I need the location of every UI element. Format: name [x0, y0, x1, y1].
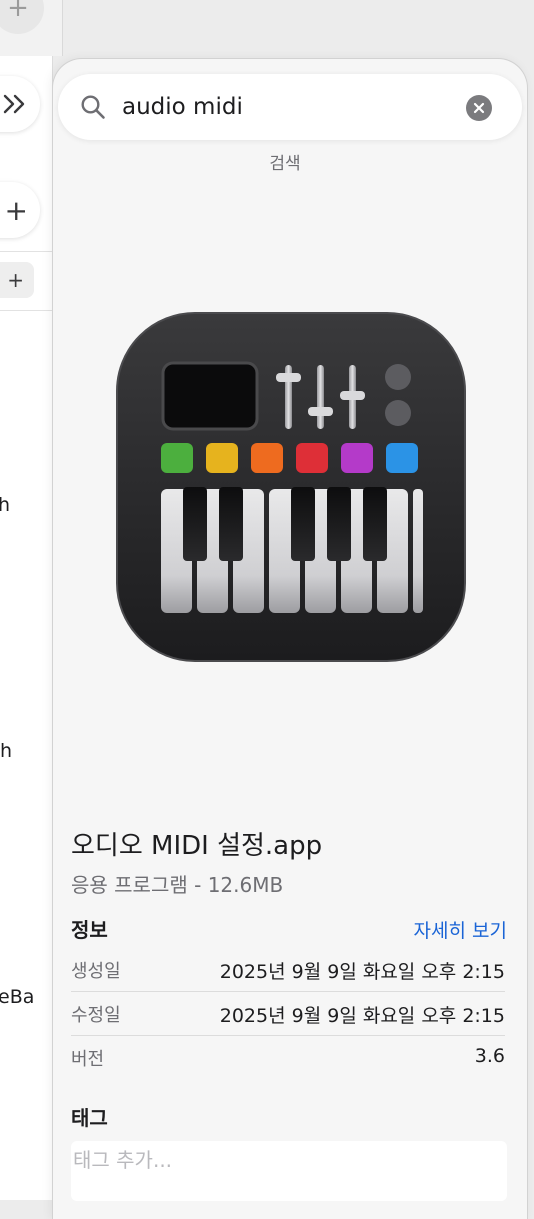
- search-input[interactable]: [122, 89, 442, 125]
- file-info-panel: 검색: [52, 58, 528, 1219]
- expand-button[interactable]: [0, 76, 40, 132]
- background-add-tag-button[interactable]: +: [0, 262, 34, 298]
- clear-search-button[interactable]: [466, 95, 492, 121]
- audio-midi-setup-app-icon[interactable]: [111, 307, 471, 667]
- file-kind-size: 응용 프로그램 - 12.6MB: [71, 873, 284, 897]
- background-sidebar: + + h .h eBa: [0, 56, 53, 1200]
- info-label: 생성일: [71, 961, 121, 982]
- double-chevron-right-icon: [3, 94, 25, 114]
- info-label: 버전: [71, 1049, 105, 1070]
- plus-icon: +: [7, 268, 24, 292]
- tags-section-heading: 태그: [71, 1106, 108, 1130]
- background-file-fragment: h: [0, 494, 10, 516]
- divider: [0, 251, 52, 252]
- info-value: 3.6: [474, 1045, 505, 1067]
- slider-icon: [276, 365, 365, 429]
- plus-icon: +: [7, 0, 29, 23]
- background-add-button[interactable]: +: [0, 0, 44, 34]
- file-name: 오디오 MIDI 설정.app: [71, 831, 323, 861]
- background-file-fragment: eBa: [0, 986, 35, 1008]
- search-bar: [58, 74, 522, 140]
- show-more-link[interactable]: 자세히 보기: [414, 916, 507, 943]
- background-toolbar: +: [0, 0, 63, 56]
- info-row-modified: 수정일 2025년 9월 9일 화요일 오후 2:15: [71, 991, 505, 1036]
- info-value: 2025년 9월 9일 화요일 오후 2:15: [219, 1005, 505, 1027]
- add-tag-input[interactable]: [71, 1141, 507, 1201]
- info-row-version: 버전 3.6: [71, 1035, 505, 1079]
- search-icon: [81, 95, 105, 119]
- background-file-fragment: .h: [0, 740, 13, 762]
- info-label: 수정일: [71, 1005, 121, 1026]
- background-new-button[interactable]: +: [0, 182, 40, 238]
- info-row-created: 생성일 2025년 9월 9일 화요일 오후 2:15: [71, 947, 505, 992]
- plus-icon: +: [4, 193, 28, 227]
- close-icon: [473, 102, 485, 114]
- info-value: 2025년 9월 9일 화요일 오후 2:15: [219, 961, 505, 983]
- search-caption: 검색: [269, 154, 301, 174]
- info-section-heading: 정보: [71, 918, 108, 942]
- divider: [0, 310, 52, 311]
